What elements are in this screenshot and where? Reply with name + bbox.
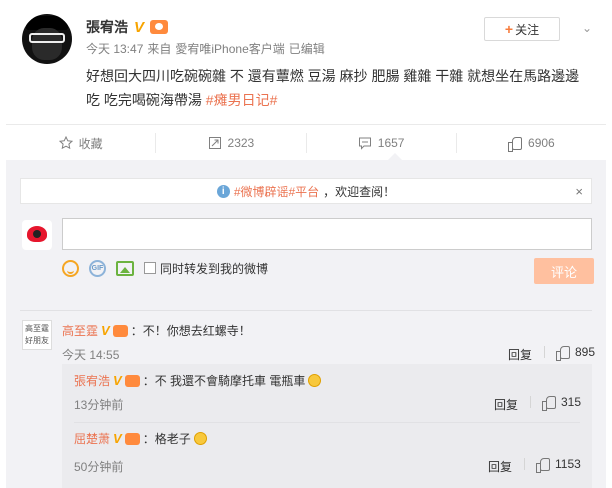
reply-line: 屈楚萧 V ：格老子 [74,430,207,447]
submit-comment-button[interactable]: 评论 [534,258,594,284]
verified-v-icon: V [113,373,122,388]
plus-icon: + [504,21,514,37]
rumor-notice: i #微博辟谣#平台 ，欢迎查阅！ × [20,178,592,204]
comment-list: 高至霆 好朋友 高至霆 V ：不！你想去红螺寺！ 今天 14:55 回复 895 … [6,310,606,488]
weibo-post-card: 張宥浩 V 今天 13:47 来自 愛宥唯iPhone客户端 已编辑 + 关注 … [6,0,606,488]
composer-tools: GIF 同时转发到我的微博 [62,258,268,278]
thumbs-up-icon [542,395,556,411]
thumbs-up-icon [508,136,523,152]
comment-like-count: 895 [575,345,596,359]
thumbs-up-icon [536,457,550,473]
reply-author[interactable]: 屈楚萧 [74,430,110,447]
author-line: 張宥浩 V [86,17,169,37]
repost-count: 2323 [227,136,255,150]
author-avatar[interactable] [22,14,72,64]
reply-like-button[interactable]: 1153 [524,457,581,473]
notice-suffix: ，欢迎查阅！ [323,184,396,199]
comment-count: 1657 [377,136,405,150]
weibo-logo-icon [27,226,47,242]
reply-like-count: 315 [561,395,582,409]
forward-checkbox[interactable] [144,262,156,274]
comment-icon [358,137,371,150]
post-body: 好想回大四川吃碗碗雜 不 還有蕈燃 豆湯 麻抄 肥腸 雞雜 干雜 就想坐在馬路邊… [86,68,580,108]
divider [20,310,592,311]
edited-label: 已编辑 [288,42,325,56]
post-meta: 今天 13:47 来自 愛宥唯iPhone客户端 已编辑 [86,40,325,57]
info-icon: i [216,184,230,198]
member-level-icon [112,324,128,337]
comment-area: i #微博辟谣#平台 ，欢迎查阅！ × GIF 同时转发到我的微博 评论 高至霆… [6,153,606,488]
image-icon[interactable] [116,260,134,276]
post-time[interactable]: 今天 13:47 [86,40,143,57]
favorite-label: 收藏 [78,136,103,151]
reply-time: 50分钟前 [74,460,124,474]
comment-avatar[interactable]: 高至霆 好朋友 [22,320,52,350]
reply-list: 張宥浩 V ：不 我還不會騎摩托車 電瓶車 13分钟前 回复 315 屈楚萧 V [62,364,592,488]
comment-caret [388,153,402,160]
reply-like-count: 1153 [555,457,581,471]
emoji-icon [193,432,207,445]
emoji-icon[interactable] [62,259,79,277]
thumbs-up-icon [556,345,570,361]
divider [544,346,545,358]
like-count: 6906 [528,136,555,150]
member-level-icon [124,432,140,445]
action-bar: 收藏 2323 1657 6906 [6,124,606,160]
follow-label: 关注 [515,22,540,37]
comment-author[interactable]: 高至霆 [62,322,98,339]
repost-button[interactable]: 2323 [156,133,307,153]
reply-button[interactable]: 回复 [488,458,512,475]
reply-button[interactable]: 回复 [508,346,532,363]
follow-button[interactable]: + 关注 [484,17,560,41]
favorite-button[interactable]: 收藏 [6,133,157,153]
chevron-down-icon[interactable]: ⌄ [580,21,594,35]
reply-text: ：不 我還不會騎摩托車 電瓶車 [142,374,306,388]
forward-label[interactable]: 同时转发到我的微博 [160,260,268,277]
divider [524,458,525,470]
gif-icon[interactable]: GIF [89,259,106,277]
reply-author[interactable]: 張宥浩 [74,372,110,389]
comment-text: ：不！你想去红螺寺！ [130,324,251,338]
divider [530,396,531,408]
reply-line: 張宥浩 V ：不 我還不會騎摩托車 電瓶車 [74,372,322,389]
author-name[interactable]: 張宥浩 [86,17,128,37]
comment-line: 高至霆 V ：不！你想去红螺寺！ [62,322,251,339]
post-text: 好想回大四川吃碗碗雜 不 還有蕈燃 豆湯 麻抄 肥腸 雞雜 干雜 就想坐在馬路邊… [86,64,586,112]
close-icon[interactable]: × [575,184,583,199]
star-icon [58,136,73,150]
reply-like-button[interactable]: 315 [530,395,582,411]
comment-button[interactable]: 1657 [307,133,457,153]
avatar-glasses [29,33,65,43]
like-button[interactable]: 6906 [457,133,606,153]
verified-v-icon: V [113,431,122,446]
my-avatar[interactable] [22,220,52,250]
repost-icon [208,137,221,149]
post-hashtag[interactable]: #瘫男日记# [206,92,278,108]
source-prefix: 来自 [147,42,172,56]
divider [74,422,580,423]
notice-link[interactable]: #微博辟谣#平台 [234,183,319,200]
member-level-icon [124,374,140,387]
comment-like-button[interactable]: 895 [544,345,596,361]
verified-v-icon: V [101,323,110,338]
member-level-icon [150,20,169,34]
post-source[interactable]: 愛宥唯iPhone客户端 [175,40,284,57]
reply-text: ：格老子 [142,432,191,446]
reply-time: 13分钟前 [74,398,124,412]
reply-button[interactable]: 回复 [494,396,518,413]
emoji-icon [308,374,322,387]
comment-time: 今天 14:55 [62,348,120,362]
verified-v-icon: V [134,18,145,36]
comment-input[interactable] [62,218,592,250]
